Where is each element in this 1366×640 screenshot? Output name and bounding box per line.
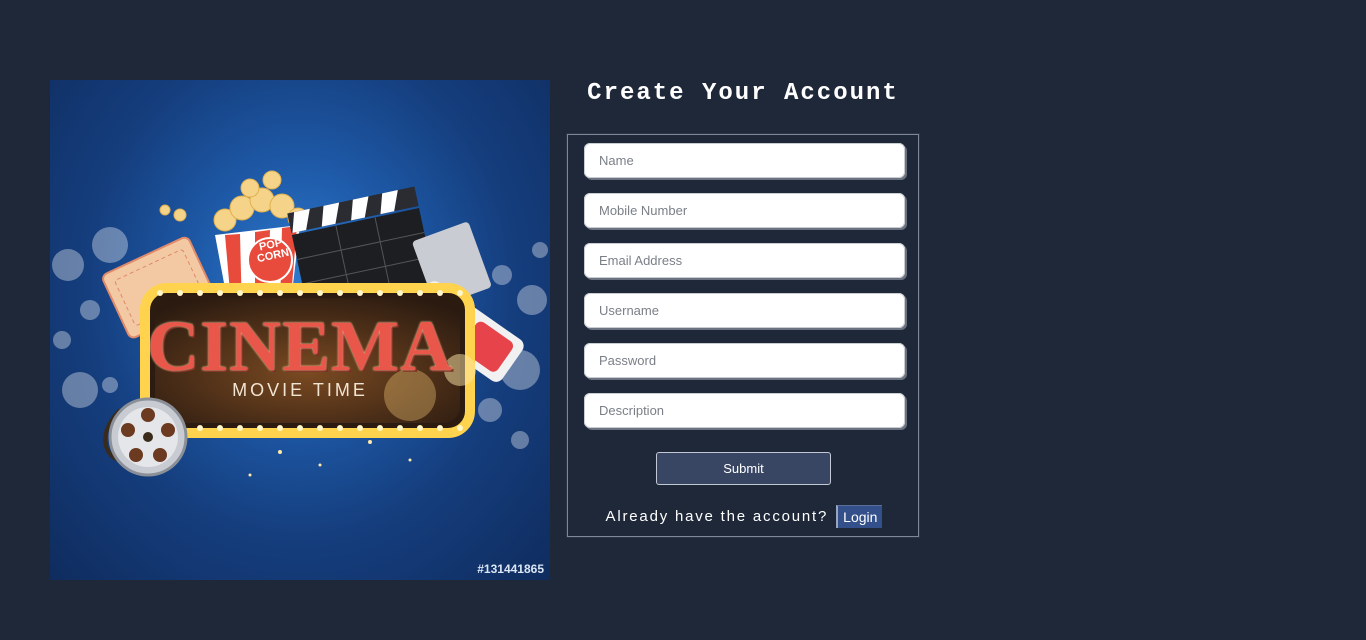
description-field[interactable] xyxy=(584,393,905,428)
mobile-number-field[interactable] xyxy=(584,193,905,228)
cinema-poster-image: POP CORN CINEMA MOVIE TIME #131441865 xyxy=(50,80,550,580)
submit-button[interactable]: Submit xyxy=(656,452,831,485)
signup-form: Submit Already have the account? Login xyxy=(567,134,919,537)
login-prompt-text: Already have the account? xyxy=(605,508,829,525)
page-title: Create Your Account xyxy=(587,80,899,107)
login-prompt-row: Already have the account? Login xyxy=(568,505,920,528)
poster-tagline: MOVIE TIME xyxy=(232,380,368,400)
stock-image-id: #131441865 xyxy=(477,562,544,576)
login-button[interactable]: Login xyxy=(836,505,883,528)
password-field[interactable] xyxy=(584,343,905,378)
name-field[interactable] xyxy=(584,143,905,178)
username-field[interactable] xyxy=(584,293,905,328)
email-field[interactable] xyxy=(584,243,905,278)
poster-headline: CINEMA xyxy=(147,306,453,386)
